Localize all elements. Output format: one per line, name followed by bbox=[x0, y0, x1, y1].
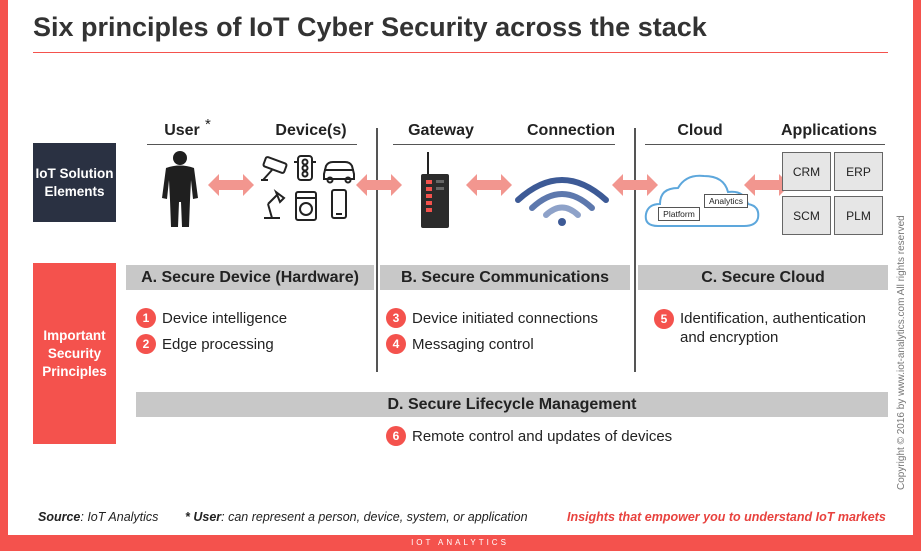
label-iot-solution-elements: IoT Solution Elements bbox=[33, 143, 116, 222]
user-note-text: : can represent a person, device, system… bbox=[221, 510, 528, 524]
column-header-gateway: Gateway bbox=[408, 122, 474, 139]
double-arrow-icon bbox=[208, 174, 254, 196]
principle-4: 4 Messaging control bbox=[386, 334, 534, 354]
principle-2: 2 Edge processing bbox=[136, 334, 274, 354]
double-arrow-icon bbox=[356, 174, 402, 196]
principle-text: Edge processing bbox=[162, 335, 274, 353]
double-arrow-icon bbox=[466, 174, 512, 196]
column-rule-user-devices bbox=[147, 144, 357, 145]
number-badge: 1 bbox=[136, 308, 156, 328]
principle-1: 1 Device intelligence bbox=[136, 308, 287, 328]
traffic-light-icon bbox=[294, 155, 316, 181]
cloud-platform-box: Platform bbox=[658, 207, 700, 221]
right-accent-border bbox=[913, 0, 921, 551]
title-divider bbox=[33, 52, 888, 53]
left-accent-border bbox=[0, 0, 8, 551]
principle-5-text: Identification, authentication and encry… bbox=[680, 310, 866, 346]
number-badge: 5 bbox=[654, 309, 674, 329]
principle-text: Device initiated connections bbox=[412, 309, 598, 327]
column-rule-gateway-connection bbox=[393, 144, 615, 145]
number-badge: 3 bbox=[386, 308, 406, 328]
principle-text: Remote control and updates of devices bbox=[412, 427, 673, 445]
app-box-plm: PLM bbox=[834, 196, 883, 235]
source-label: Source bbox=[38, 510, 81, 524]
security-camera-icon bbox=[261, 156, 288, 181]
number-badge: 6 bbox=[386, 426, 406, 446]
section-bar-secure-device: A. Secure Device (Hardware) bbox=[126, 265, 374, 290]
source-text: : IoT Analytics bbox=[80, 510, 159, 524]
car-icon bbox=[323, 161, 355, 184]
principle-text: Messaging control bbox=[412, 335, 534, 353]
page-title: Six principles of IoT Cyber Security acr… bbox=[33, 12, 707, 42]
section-bar-secure-cloud: C. Secure Cloud bbox=[638, 265, 888, 290]
app-box-scm: SCM bbox=[782, 196, 831, 235]
label-important-security-principles: Important Security Principles bbox=[33, 263, 116, 444]
section-bar-secure-lifecycle: D. Secure Lifecycle Management bbox=[136, 392, 888, 417]
smartphone-icon bbox=[331, 189, 347, 219]
section-bar-secure-communications: B. Secure Communications bbox=[380, 265, 630, 290]
user-asterisk: * bbox=[205, 116, 211, 133]
cloud-analytics-box: Analytics bbox=[704, 194, 748, 208]
robot-arm-icon bbox=[264, 189, 286, 219]
column-header-connection: Connection bbox=[527, 122, 615, 139]
app-box-crm: CRM bbox=[782, 152, 831, 191]
person-icon bbox=[162, 151, 198, 227]
source-note: Source: IoT Analytics bbox=[38, 510, 158, 524]
principle-5-badge-wrap: 5 bbox=[654, 309, 674, 329]
separator-device-gateway bbox=[376, 128, 378, 372]
app-box-erp: ERP bbox=[834, 152, 883, 191]
separator-connection-cloud bbox=[634, 128, 636, 372]
column-header-cloud: Cloud bbox=[677, 122, 723, 139]
washing-machine-icon bbox=[295, 191, 317, 221]
gateway-router-icon bbox=[421, 152, 449, 228]
principle-3: 3 Device initiated connections bbox=[386, 308, 598, 328]
wifi-icon bbox=[515, 177, 609, 226]
column-header-devices: Device(s) bbox=[275, 122, 347, 139]
column-header-applications: Applications bbox=[780, 122, 877, 139]
user-note-label: * User bbox=[185, 510, 222, 524]
tagline: Insights that empower you to understand … bbox=[567, 510, 886, 524]
footer-brand-logo: IOT ANALYTICS bbox=[411, 538, 509, 547]
column-rule-cloud-apps bbox=[645, 144, 885, 145]
principle-text: Device intelligence bbox=[162, 309, 288, 327]
number-badge: 4 bbox=[386, 334, 406, 354]
user-footnote: * User: can represent a person, device, … bbox=[185, 510, 528, 524]
number-badge: 2 bbox=[136, 334, 156, 354]
cloud-group: Analytics Platform bbox=[644, 168, 760, 232]
devices-icon-grid bbox=[261, 155, 355, 221]
copyright-note: Copyright © 2016 by www.iot-analytics.co… bbox=[896, 215, 907, 490]
principle-6: 6 Remote control and updates of devices bbox=[386, 426, 672, 446]
